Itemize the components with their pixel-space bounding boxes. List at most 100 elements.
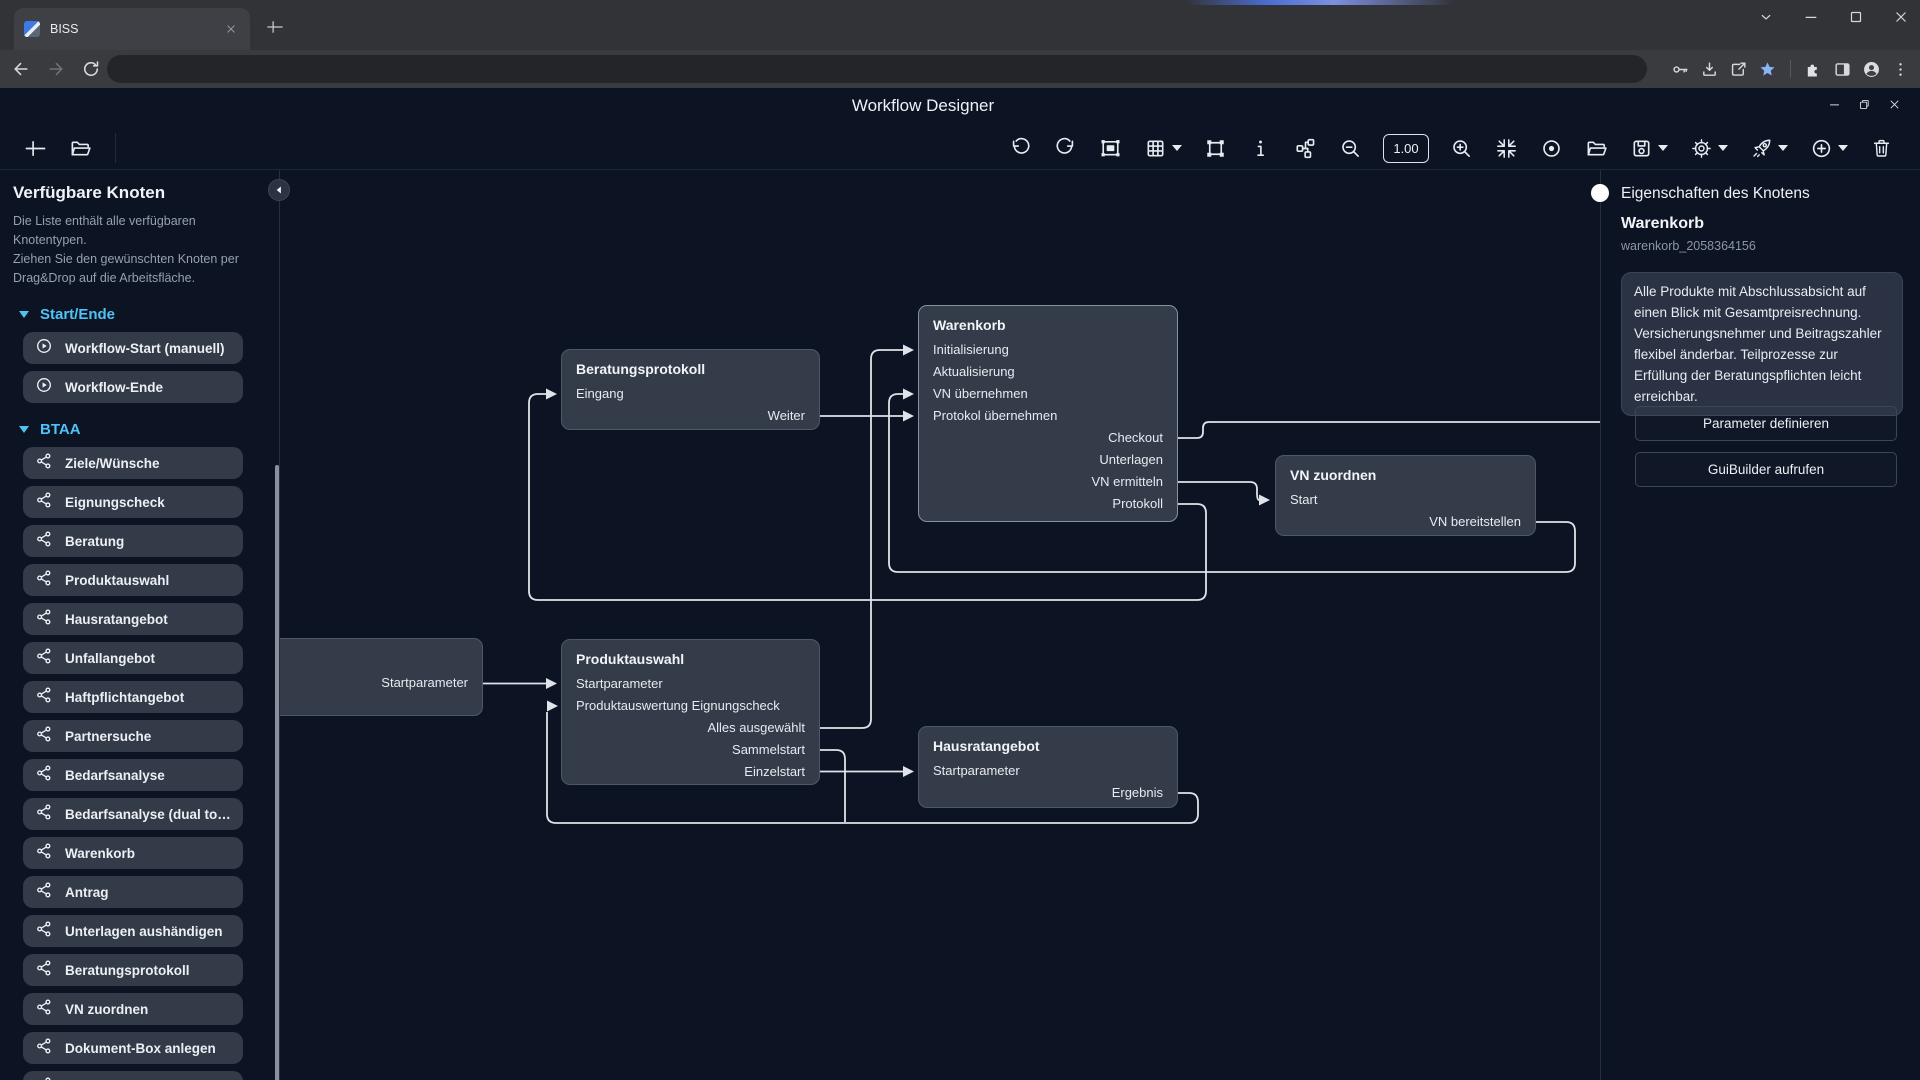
input-port[interactable]: Start [1290, 489, 1521, 511]
trash-button[interactable] [1859, 129, 1904, 167]
dropdown-caret-icon[interactable] [1658, 145, 1668, 151]
open-folder-button[interactable] [1574, 129, 1619, 167]
workflow-node-start[interactable]: Startparameter [280, 638, 483, 716]
menu-icon[interactable] [1891, 60, 1910, 79]
palette-item-unfallangebot[interactable]: Unfallangebot [23, 642, 243, 674]
palette-item-warenkorb[interactable]: Warenkorb [23, 837, 243, 869]
workflow-node-produktauswahl[interactable]: ProduktauswahlStartparameterProduktauswe… [561, 639, 820, 785]
profile-icon[interactable] [1862, 60, 1881, 79]
palette-item-partnersuche[interactable]: Partnersuche [23, 720, 243, 752]
palette-item-ziele-w-nsche[interactable]: Ziele/Wünsche [23, 447, 243, 479]
back-icon[interactable] [8, 56, 34, 82]
workflow-node-hausratangebot[interactable]: HausratangebotStartparameterErgebnis [918, 726, 1178, 808]
browser-chevron-down-icon[interactable] [1757, 8, 1775, 26]
workflow-node-beratungsprotokoll[interactable]: BeratungsprotokollEingangWeiter [561, 349, 820, 430]
panel-toggle-dot[interactable] [1591, 184, 1609, 202]
info-button[interactable] [1238, 129, 1283, 167]
record-button[interactable] [1529, 129, 1574, 167]
open-guibuilder-button[interactable]: GuiBuilder aufrufen [1635, 452, 1897, 487]
output-port[interactable]: Einzelstart [576, 761, 805, 783]
open-folder-button[interactable] [58, 129, 103, 167]
side-panel-icon[interactable] [1833, 60, 1852, 79]
tab-close-icon[interactable] [222, 20, 240, 38]
workflow-canvas[interactable]: Startparameter BeratungsprotokollEingangW… [280, 170, 1600, 1080]
input-port[interactable]: Initialisierung [933, 339, 1163, 361]
workflow-node-vn-zuordnen[interactable]: VN zuordnenStartVN bereitstellen [1275, 455, 1536, 536]
input-port[interactable]: Startparameter [933, 760, 1163, 782]
output-port[interactable]: Checkout [933, 427, 1163, 449]
palette-item-produktauswahl[interactable]: Produktauswahl [23, 564, 243, 596]
download-icon[interactable] [1700, 60, 1719, 79]
add-button[interactable] [13, 129, 58, 167]
selection-button[interactable] [1193, 129, 1238, 167]
star-icon[interactable] [1758, 60, 1777, 79]
input-port[interactable]: VN übernehmen [933, 383, 1163, 405]
input-port[interactable]: Aktualisierung [933, 361, 1163, 383]
palette-item-antrag[interactable]: Antrag [23, 876, 243, 908]
output-port[interactable]: Alles ausgewählt [576, 717, 805, 739]
zoom-level-input[interactable]: 1.00 [1383, 134, 1429, 163]
section-header-start-ende[interactable]: Start/Ende [19, 305, 266, 323]
dropdown-caret-icon[interactable] [1778, 145, 1788, 151]
input-port[interactable]: Eingang [576, 383, 805, 405]
dropdown-caret-icon[interactable] [1718, 145, 1728, 151]
output-port[interactable]: Startparameter [280, 672, 468, 694]
palette-item-partial[interactable] [23, 1071, 243, 1080]
palette-item-vn-zuordnen[interactable]: VN zuordnen [23, 993, 243, 1025]
browser-maximize-icon[interactable] [1847, 8, 1865, 26]
palette-item-dokument-box-anlegen[interactable]: Dokument-Box anlegen [23, 1032, 243, 1064]
new-tab-button[interactable] [262, 14, 288, 40]
output-port[interactable]: Sammelstart [576, 739, 805, 761]
app-close-icon[interactable] [1887, 97, 1902, 112]
zoom-in-button[interactable] [1439, 129, 1484, 167]
define-parameters-button[interactable]: Parameter definieren [1635, 406, 1897, 441]
browser-tab[interactable]: BISS [14, 8, 250, 50]
undo-button[interactable] [998, 129, 1043, 167]
palette-item-unterlagen-aush-ndigen[interactable]: Unterlagen aushändigen [23, 915, 243, 947]
dropdown-caret-icon[interactable] [1838, 145, 1848, 151]
grid-button[interactable] [1133, 129, 1193, 167]
dropdown-caret-icon[interactable] [1172, 145, 1182, 151]
zoom-out-button[interactable] [1328, 129, 1373, 167]
output-port[interactable]: VN bereitstellen [1290, 511, 1521, 533]
workflow-node-warenkorb[interactable]: WarenkorbInitialisierungAktualisierungVN… [918, 305, 1178, 522]
app-restore-icon[interactable] [1857, 97, 1872, 112]
forward-icon[interactable] [43, 56, 69, 82]
palette-item-eignungscheck[interactable]: Eignungscheck [23, 486, 243, 518]
palette-item-haftpflichtangebot[interactable]: Haftpflichtangebot [23, 681, 243, 713]
palette-item-workflow-ende[interactable]: Workflow-Ende [23, 371, 243, 403]
add-circle-button[interactable] [1799, 129, 1859, 167]
palette-item-beratung[interactable]: Beratung [23, 525, 243, 557]
key-icon[interactable] [1671, 60, 1690, 79]
browser-minimize-icon[interactable] [1802, 8, 1820, 26]
palette-item-label: Antrag [65, 885, 109, 900]
redo-button[interactable] [1043, 129, 1088, 167]
palette-item-beratungsprotokoll[interactable]: Beratungsprotokoll [23, 954, 243, 986]
app-minimize-icon[interactable] [1827, 97, 1842, 112]
palette-item-hausratangebot[interactable]: Hausratangebot [23, 603, 243, 635]
reload-icon[interactable] [78, 56, 104, 82]
fit-view-button[interactable] [1088, 129, 1133, 167]
compress-button[interactable] [1484, 129, 1529, 167]
output-port[interactable]: VN ermitteln [933, 471, 1163, 493]
section-header-btaa[interactable]: BTAA [19, 420, 266, 438]
input-port[interactable]: Produktauswertung Eignungscheck [576, 695, 805, 717]
sidebar-collapse-button[interactable] [268, 179, 290, 201]
input-port[interactable]: Protokol übernehmen [933, 405, 1163, 427]
address-bar[interactable] [107, 55, 1647, 83]
share-icon[interactable] [1729, 60, 1748, 79]
save-button[interactable] [1619, 129, 1679, 167]
output-port[interactable]: Unterlagen [933, 449, 1163, 471]
hierarchy-button[interactable] [1283, 129, 1328, 167]
output-port[interactable]: Ergebnis [933, 782, 1163, 804]
extensions-icon[interactable] [1804, 60, 1823, 79]
input-port[interactable]: Startparameter [576, 673, 805, 695]
output-port[interactable]: Protokoll [933, 493, 1163, 515]
palette-item-bedarfsanalyse[interactable]: Bedarfsanalyse [23, 759, 243, 791]
palette-item-workflow-start-manuell-[interactable]: Workflow-Start (manuell) [23, 332, 243, 364]
browser-close-icon[interactable] [1892, 8, 1910, 26]
palette-item-bedarfsanalyse-dual-to-[interactable]: Bedarfsanalyse (dual to… [23, 798, 243, 830]
output-port[interactable]: Weiter [576, 405, 805, 427]
rocket-button[interactable] [1739, 129, 1799, 167]
settings-button[interactable] [1679, 129, 1739, 167]
